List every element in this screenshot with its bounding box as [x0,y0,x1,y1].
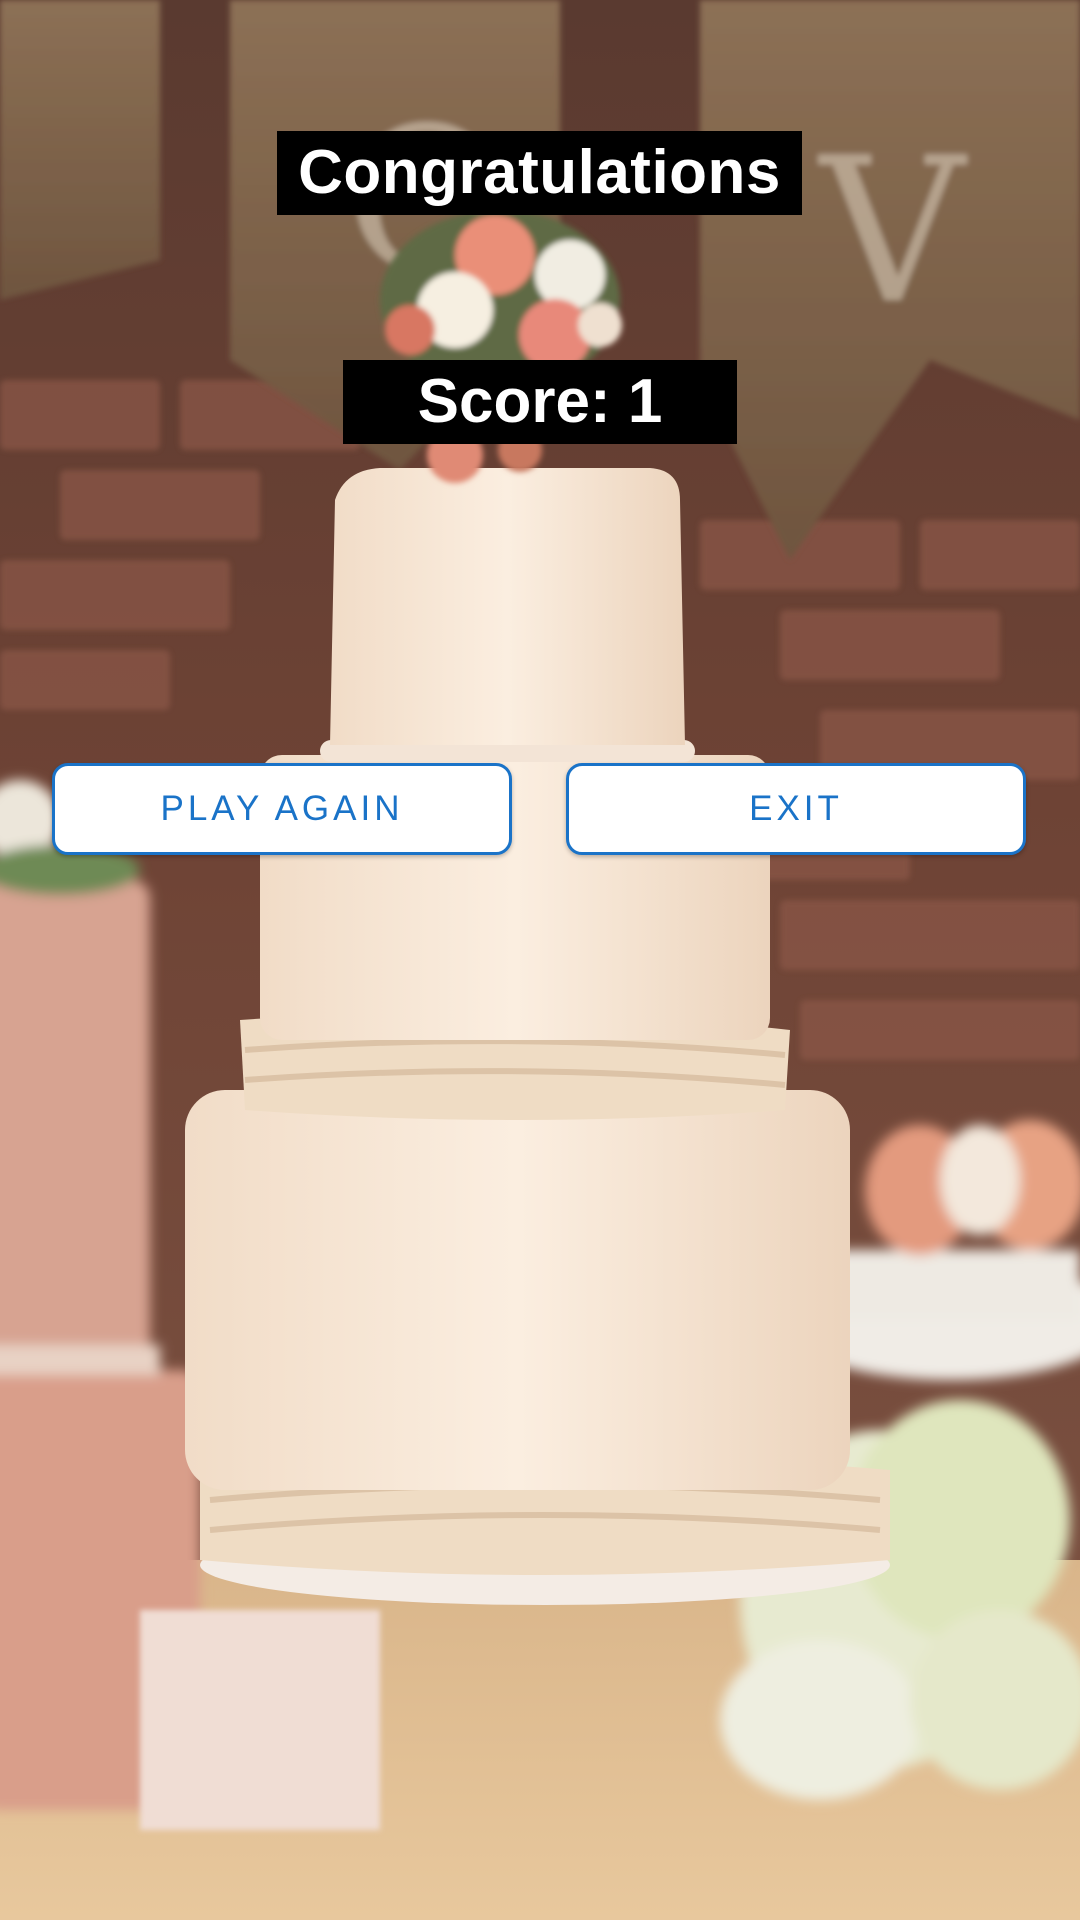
exit-button[interactable]: EXIT [566,763,1026,855]
svg-text:V: V [818,115,968,348]
score-label: Score: 1 [343,360,737,444]
play-again-button[interactable]: PLAY AGAIN [52,763,512,855]
congratulations-title: Congratulations [277,131,802,215]
wedding-cake-background-image: O V [0,0,1080,1920]
game-over-screen: O V [0,0,1080,1920]
